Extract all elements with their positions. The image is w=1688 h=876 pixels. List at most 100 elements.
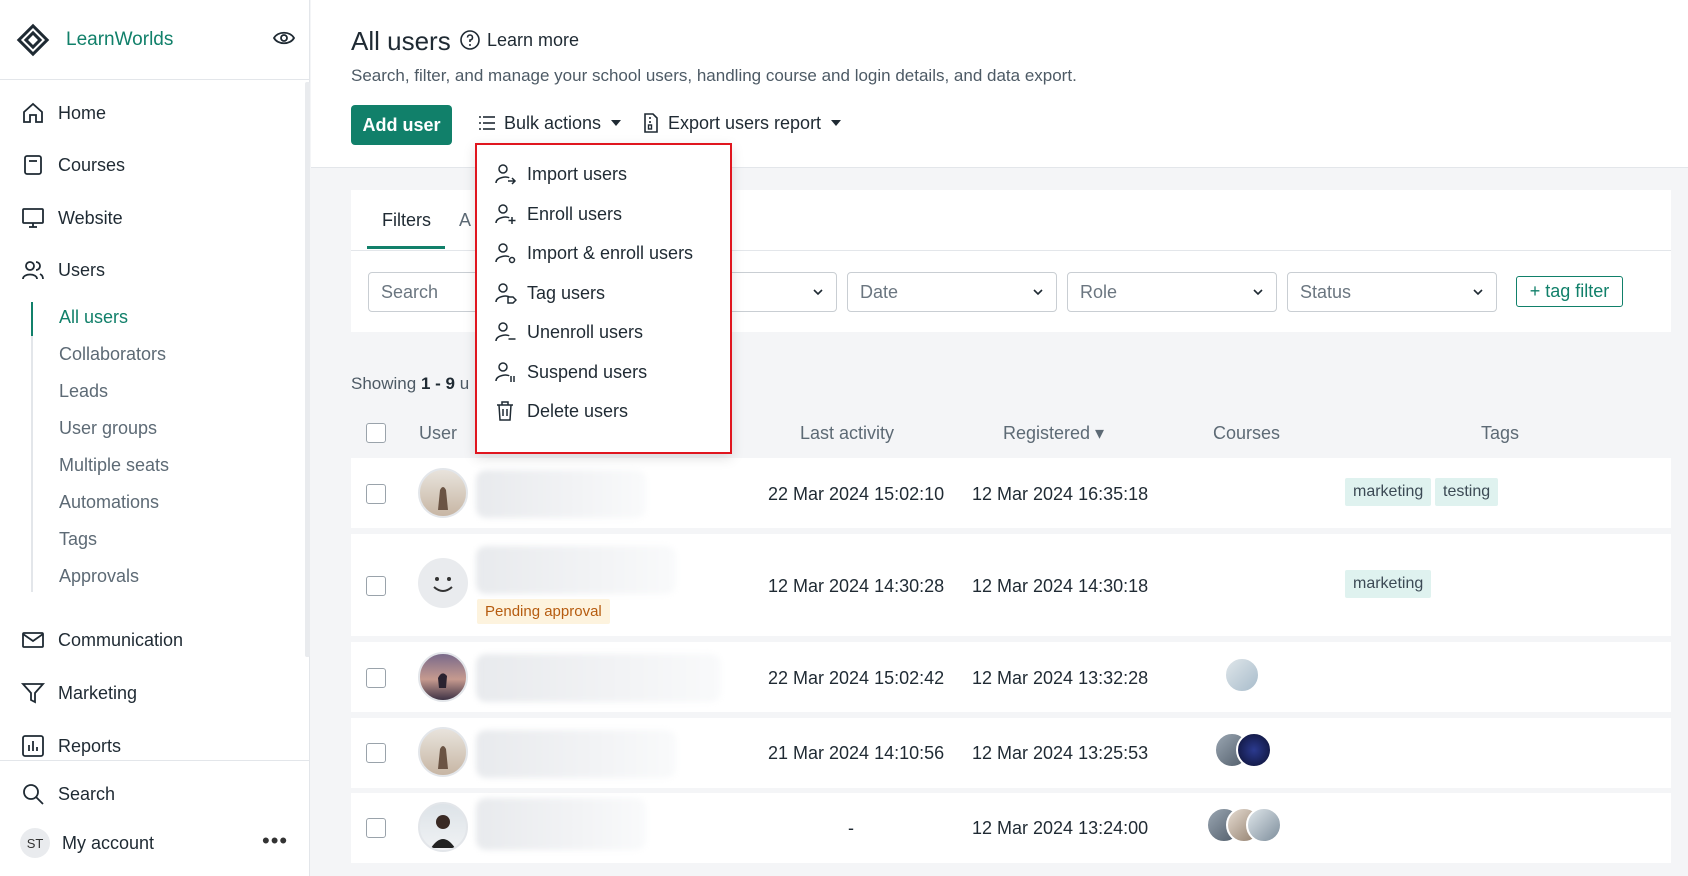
subnav-active-indicator bbox=[31, 302, 33, 336]
last-activity-cell: 21 Mar 2024 14:10:56 bbox=[768, 743, 945, 763]
status-filter-select[interactable]: Status bbox=[1287, 272, 1497, 312]
learn-more-link[interactable]: Learn more bbox=[459, 29, 579, 51]
user-avatar[interactable] bbox=[418, 727, 468, 777]
filter-select-hidden[interactable] bbox=[720, 272, 837, 312]
column-header-last-activity[interactable]: Last activity bbox=[800, 423, 894, 444]
learnworlds-logo-icon[interactable] bbox=[16, 23, 50, 57]
role-filter-label: Role bbox=[1080, 281, 1118, 302]
brand-name[interactable]: LearnWorlds bbox=[66, 29, 173, 51]
subnav-approvals[interactable]: Approvals bbox=[59, 566, 139, 592]
nav-my-account-label: My account bbox=[62, 832, 155, 853]
subnav-user-groups[interactable]: User groups bbox=[59, 418, 157, 444]
user-avatar[interactable] bbox=[418, 652, 468, 702]
learn-more-label: Learn more bbox=[487, 29, 580, 50]
row-checkbox[interactable] bbox=[366, 668, 386, 688]
tab-filters[interactable]: Filters bbox=[382, 210, 431, 231]
menu-item-import-users[interactable]: Import users bbox=[493, 160, 627, 188]
tag-badge[interactable]: marketing bbox=[1345, 478, 1432, 506]
smiley-icon bbox=[433, 577, 453, 592]
user-photo-icon bbox=[438, 487, 448, 510]
trash-icon bbox=[497, 401, 513, 421]
pending-approval-badge: Pending approval bbox=[477, 599, 610, 624]
page-subtitle: Search, filter, and manage your school u… bbox=[351, 66, 1077, 85]
tab-secondary[interactable]: A bbox=[459, 210, 471, 231]
tag-badge[interactable]: marketing bbox=[1345, 570, 1432, 598]
user-avatar[interactable] bbox=[418, 468, 468, 518]
search-input[interactable]: Search bbox=[368, 272, 480, 312]
sidebar-divider bbox=[0, 760, 310, 761]
role-filter-select[interactable]: Role bbox=[1067, 272, 1277, 312]
row-checkbox[interactable] bbox=[366, 576, 386, 596]
last-activity-cell: 22 Mar 2024 15:02:10 bbox=[768, 484, 945, 504]
subnav-automations[interactable]: Automations bbox=[59, 492, 159, 518]
nav-website[interactable]: Website bbox=[20, 203, 123, 233]
course-thumbnail[interactable] bbox=[1246, 807, 1282, 843]
tag-badge[interactable]: testing bbox=[1435, 478, 1499, 506]
column-header-courses[interactable]: Courses bbox=[1213, 423, 1280, 444]
nav-communication-label: Communication bbox=[58, 629, 184, 650]
menu-item-tag-users[interactable]: Tag users bbox=[493, 279, 605, 307]
subnav-leads[interactable]: Leads bbox=[59, 381, 108, 407]
bar-chart-icon bbox=[22, 735, 44, 757]
bulk-actions-button[interactable]: Bulk actions bbox=[476, 112, 622, 134]
select-all-checkbox[interactable] bbox=[366, 423, 386, 443]
nav-users-label: Users bbox=[58, 259, 106, 280]
registered-cell: 12 Mar 2024 13:32:28 bbox=[972, 668, 1149, 688]
help-icon bbox=[460, 30, 480, 50]
course-thumbnail[interactable] bbox=[1236, 732, 1272, 768]
subnav-tags[interactable]: Tags bbox=[59, 529, 97, 555]
menu-item-enroll-users[interactable]: Enroll users bbox=[493, 200, 622, 228]
bulk-actions-label: Bulk actions bbox=[504, 112, 602, 133]
users-subnav-line bbox=[31, 302, 33, 592]
row-checkbox[interactable] bbox=[366, 484, 386, 504]
book-icon bbox=[24, 155, 42, 175]
column-header-user[interactable]: User bbox=[419, 423, 457, 444]
add-tag-filter-button[interactable]: + tag filter bbox=[1516, 276, 1623, 307]
user-plus-icon bbox=[495, 204, 516, 224]
user-photo-icon bbox=[431, 815, 455, 848]
row-checkbox[interactable] bbox=[366, 818, 386, 838]
user-photo-icon bbox=[438, 673, 447, 688]
nav-reports[interactable]: Reports bbox=[20, 731, 121, 761]
more-options-icon[interactable]: ••• bbox=[262, 828, 288, 854]
nav-search[interactable]: Search bbox=[20, 779, 115, 809]
nav-website-label: Website bbox=[58, 207, 123, 228]
add-user-button[interactable]: Add user bbox=[351, 105, 452, 145]
subnav-collaborators[interactable]: Collaborators bbox=[59, 344, 166, 370]
results-count: Showing 1 - 9 u bbox=[351, 374, 469, 394]
user-photo-icon bbox=[438, 746, 448, 769]
showing-range: 1 - 9 bbox=[420, 374, 455, 393]
nav-home[interactable]: Home bbox=[20, 98, 106, 128]
menu-item-unenroll-users[interactable]: Unenroll users bbox=[493, 318, 643, 346]
menu-item-suspend-users[interactable]: Suspend users bbox=[493, 358, 647, 386]
user-avatar[interactable] bbox=[418, 802, 468, 852]
export-users-report-label: Export users report bbox=[668, 112, 822, 133]
menu-item-import-enroll-users[interactable]: Import & enroll users bbox=[493, 239, 693, 267]
subnav-all-users[interactable]: All users bbox=[59, 307, 128, 333]
nav-communication[interactable]: Communication bbox=[20, 625, 183, 655]
course-thumbnail[interactable] bbox=[1224, 657, 1260, 693]
column-header-tags[interactable]: Tags bbox=[1481, 423, 1519, 444]
mail-icon bbox=[22, 632, 44, 648]
date-filter-select[interactable]: Date bbox=[847, 272, 1057, 312]
registered-cell: 12 Mar 2024 16:35:18 bbox=[972, 484, 1149, 504]
showing-suffix: u bbox=[459, 374, 470, 393]
nav-marketing[interactable]: Marketing bbox=[20, 678, 137, 708]
row-checkbox[interactable] bbox=[366, 743, 386, 763]
menu-item-label: Import & enroll users bbox=[527, 242, 694, 263]
export-users-report-button[interactable]: Export users report bbox=[640, 112, 842, 134]
column-header-registered[interactable]: Registered ▾ bbox=[1003, 423, 1104, 444]
menu-item-label: Enroll users bbox=[527, 203, 623, 224]
nav-users[interactable]: Users bbox=[20, 255, 105, 285]
nav-my-account[interactable]: ST My account bbox=[20, 828, 154, 858]
sidebar-scrollbar[interactable] bbox=[305, 82, 310, 657]
menu-item-label: Unenroll users bbox=[527, 321, 644, 342]
subnav-multiple-seats[interactable]: Multiple seats bbox=[59, 455, 169, 481]
user-gear-icon bbox=[495, 243, 516, 264]
nav-courses[interactable]: Courses bbox=[20, 150, 125, 180]
last-activity-cell: - bbox=[848, 818, 854, 838]
nav-marketing-label: Marketing bbox=[58, 682, 138, 703]
menu-item-delete-users[interactable]: Delete users bbox=[493, 397, 628, 425]
user-avatar[interactable] bbox=[418, 558, 468, 608]
eye-icon[interactable] bbox=[272, 26, 296, 50]
